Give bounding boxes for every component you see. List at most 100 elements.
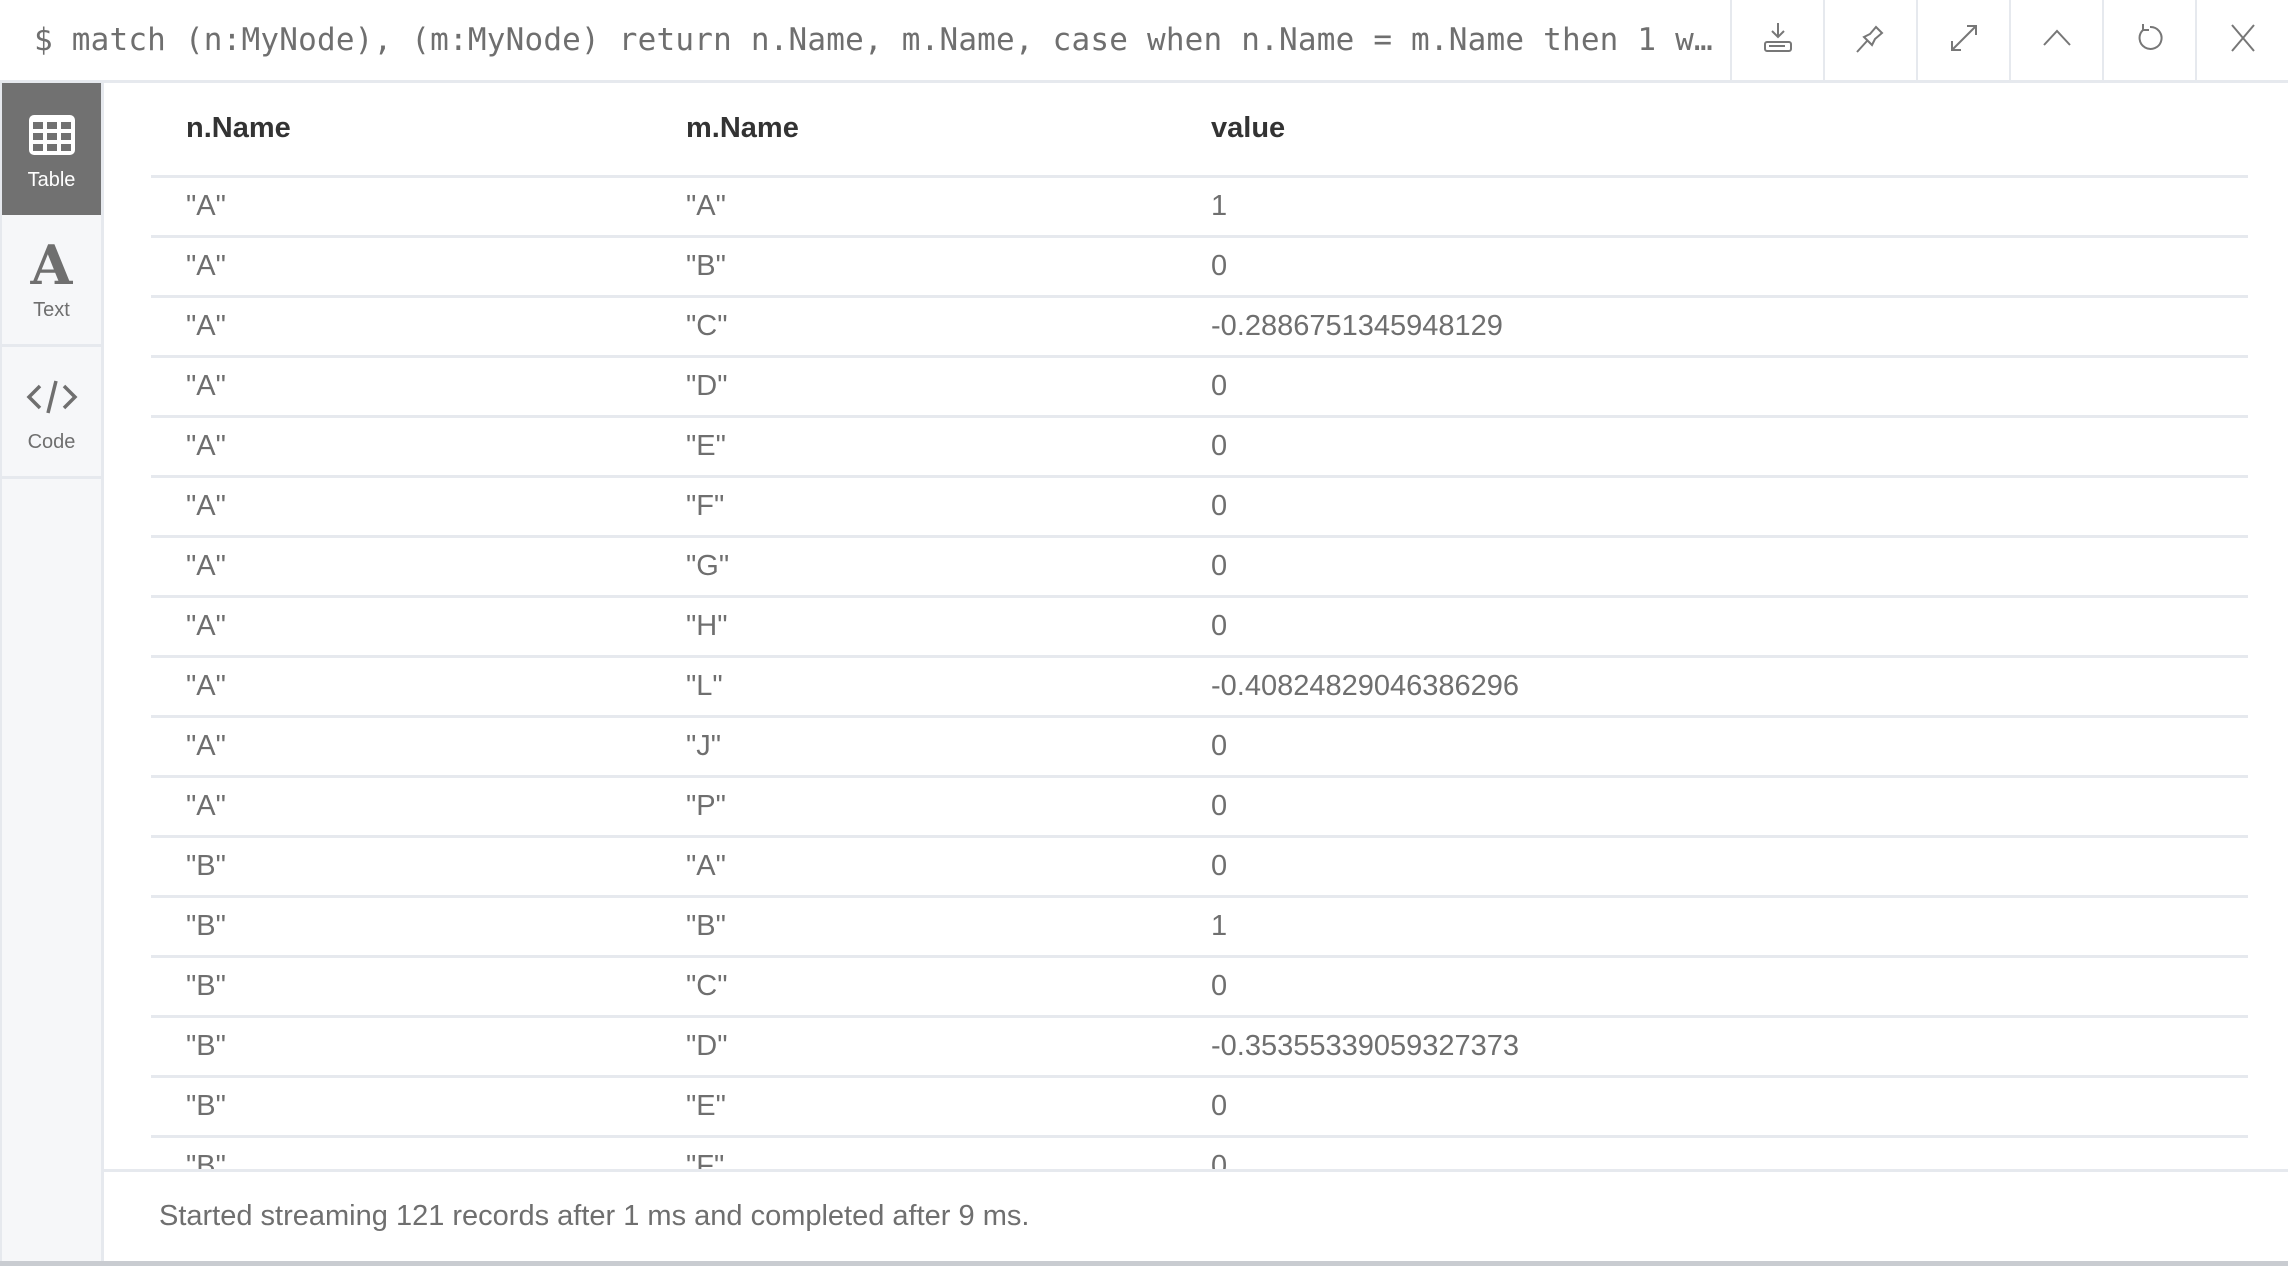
table-row: "A" "P" 0: [151, 776, 2248, 838]
table-cell: "D": [651, 356, 1176, 418]
table-cell: "B": [151, 1076, 651, 1138]
table-cell: -0.40824829046386296: [1176, 656, 2248, 718]
frame-header: $ match (n:MyNode), (m:MyNode) return n.…: [0, 0, 2288, 83]
table-cell: 0: [1176, 716, 2248, 778]
table-cell: "A": [151, 476, 651, 538]
close-button[interactable]: [2195, 0, 2288, 80]
column-header: m.Name: [651, 83, 1176, 178]
close-icon: [2224, 19, 2262, 62]
table-cell: "B": [151, 896, 651, 958]
rerun-icon: [2131, 19, 2169, 62]
pin-icon: [1852, 19, 1890, 62]
table-row: "A" "B" 0: [151, 236, 2248, 298]
result-table-container[interactable]: n.Name m.Name value "A" "A" 1 "A" "B" 0 "A" "C"…: [104, 83, 2288, 1169]
table-cell: "J": [651, 716, 1176, 778]
table-cell: "H": [651, 596, 1176, 658]
table-cell: 0: [1176, 356, 2248, 418]
table-cell: "B": [651, 236, 1176, 298]
table-cell: "A": [151, 416, 651, 478]
table-cell: 1: [1176, 896, 2248, 958]
column-header: value: [1176, 83, 2248, 178]
table-cell: "F": [651, 476, 1176, 538]
fullscreen-button[interactable]: [1916, 0, 2009, 80]
table-row: "A" "A" 1: [151, 176, 2248, 238]
table-cell: "E": [651, 1076, 1176, 1138]
table-cell: "A": [151, 716, 651, 778]
rerun-button[interactable]: [2102, 0, 2195, 80]
table-icon: [28, 107, 75, 163]
table-row: "A" "F" 0: [151, 476, 2248, 538]
sidebar-item-table[interactable]: Table: [2, 83, 101, 215]
table-cell: 0: [1176, 1136, 2248, 1169]
table-cell: 0: [1176, 596, 2248, 658]
table-cell: "E": [651, 416, 1176, 478]
table-cell: "C": [651, 296, 1176, 358]
table-cell: -0.35355339059327373: [1176, 1016, 2248, 1078]
table-row: "A" "E" 0: [151, 416, 2248, 478]
table-row: "A" "L" -0.40824829046386296: [151, 656, 2248, 718]
text-icon: A: [30, 233, 73, 297]
expand-icon: [1945, 19, 1983, 62]
table-row: "A" "H" 0: [151, 596, 2248, 658]
frame-bottom-border: [0, 1261, 2288, 1266]
sidebar-item-text[interactable]: A Text: [2, 215, 101, 347]
table-cell: "A": [151, 596, 651, 658]
table-row: "B" "D" -0.35355339059327373: [151, 1016, 2248, 1078]
download-icon: [1759, 19, 1797, 62]
table-cell: "B": [151, 836, 651, 898]
sidebar-item-label: Text: [33, 299, 70, 321]
table-cell: 0: [1176, 956, 2248, 1018]
table-row: "B" "A" 0: [151, 836, 2248, 898]
table-cell: 0: [1176, 476, 2248, 538]
table-cell: "A": [651, 176, 1176, 238]
chevron-up-icon: [2038, 19, 2076, 62]
table-cell: "A": [151, 776, 651, 838]
table-cell: "A": [151, 656, 651, 718]
table-cell: "B": [151, 1016, 651, 1078]
table-row: "B" "E" 0: [151, 1076, 2248, 1138]
table-row: "A" "J" 0: [151, 716, 2248, 778]
table-cell: "G": [651, 536, 1176, 598]
table-cell: "B": [151, 1136, 651, 1169]
table-cell: "A": [151, 536, 651, 598]
table-cell: 1: [1176, 176, 2248, 238]
table-cell: 0: [1176, 776, 2248, 838]
status-bar: Started streaming 121 records after 1 ms…: [104, 1169, 2288, 1261]
table-cell: "A": [151, 356, 651, 418]
table-cell: "B": [651, 896, 1176, 958]
column-header: n.Name: [151, 83, 651, 178]
view-sidebar: Table A Text Code: [0, 83, 104, 1266]
table-cell: 0: [1176, 536, 2248, 598]
table-header-row: n.Name m.Name value: [151, 83, 2248, 178]
table-cell: "A": [651, 836, 1176, 898]
table-row: "A" "C" -0.2886751345948129: [151, 296, 2248, 358]
table-cell: "D": [651, 1016, 1176, 1078]
frame-toolbar: [1730, 0, 2288, 80]
result-table: n.Name m.Name value "A" "A" 1 "A" "B" 0 "A" "C"…: [151, 83, 2248, 1169]
collapse-button[interactable]: [2009, 0, 2102, 80]
table-cell: "B": [151, 956, 651, 1018]
table-cell: 0: [1176, 236, 2248, 298]
sidebar-item-code[interactable]: Code: [2, 347, 101, 479]
pin-button[interactable]: [1823, 0, 1916, 80]
table-cell: 0: [1176, 836, 2248, 898]
table-cell: "P": [651, 776, 1176, 838]
code-icon: [26, 369, 78, 425]
table-row: "A" "G" 0: [151, 536, 2248, 598]
table-cell: "C": [651, 956, 1176, 1018]
table-cell: "F": [651, 1136, 1176, 1169]
table-row: "B" "C" 0: [151, 956, 2248, 1018]
table-cell: "A": [151, 176, 651, 238]
table-cell: "L": [651, 656, 1176, 718]
sidebar-item-label: Code: [27, 431, 76, 453]
status-text: Started streaming 121 records after 1 ms…: [159, 1200, 1030, 1232]
table-row: "A" "D" 0: [151, 356, 2248, 418]
table-row: "B" "F" 0: [151, 1136, 2248, 1169]
table-cell: "A": [151, 296, 651, 358]
table-row: "B" "B" 1: [151, 896, 2248, 958]
query-text[interactable]: $ match (n:MyNode), (m:MyNode) return n.…: [34, 0, 1714, 80]
sidebar-item-label: Table: [27, 168, 76, 191]
table-cell: 0: [1176, 1076, 2248, 1138]
export-button[interactable]: [1730, 0, 1823, 80]
table-cell: -0.2886751345948129: [1176, 296, 2248, 358]
